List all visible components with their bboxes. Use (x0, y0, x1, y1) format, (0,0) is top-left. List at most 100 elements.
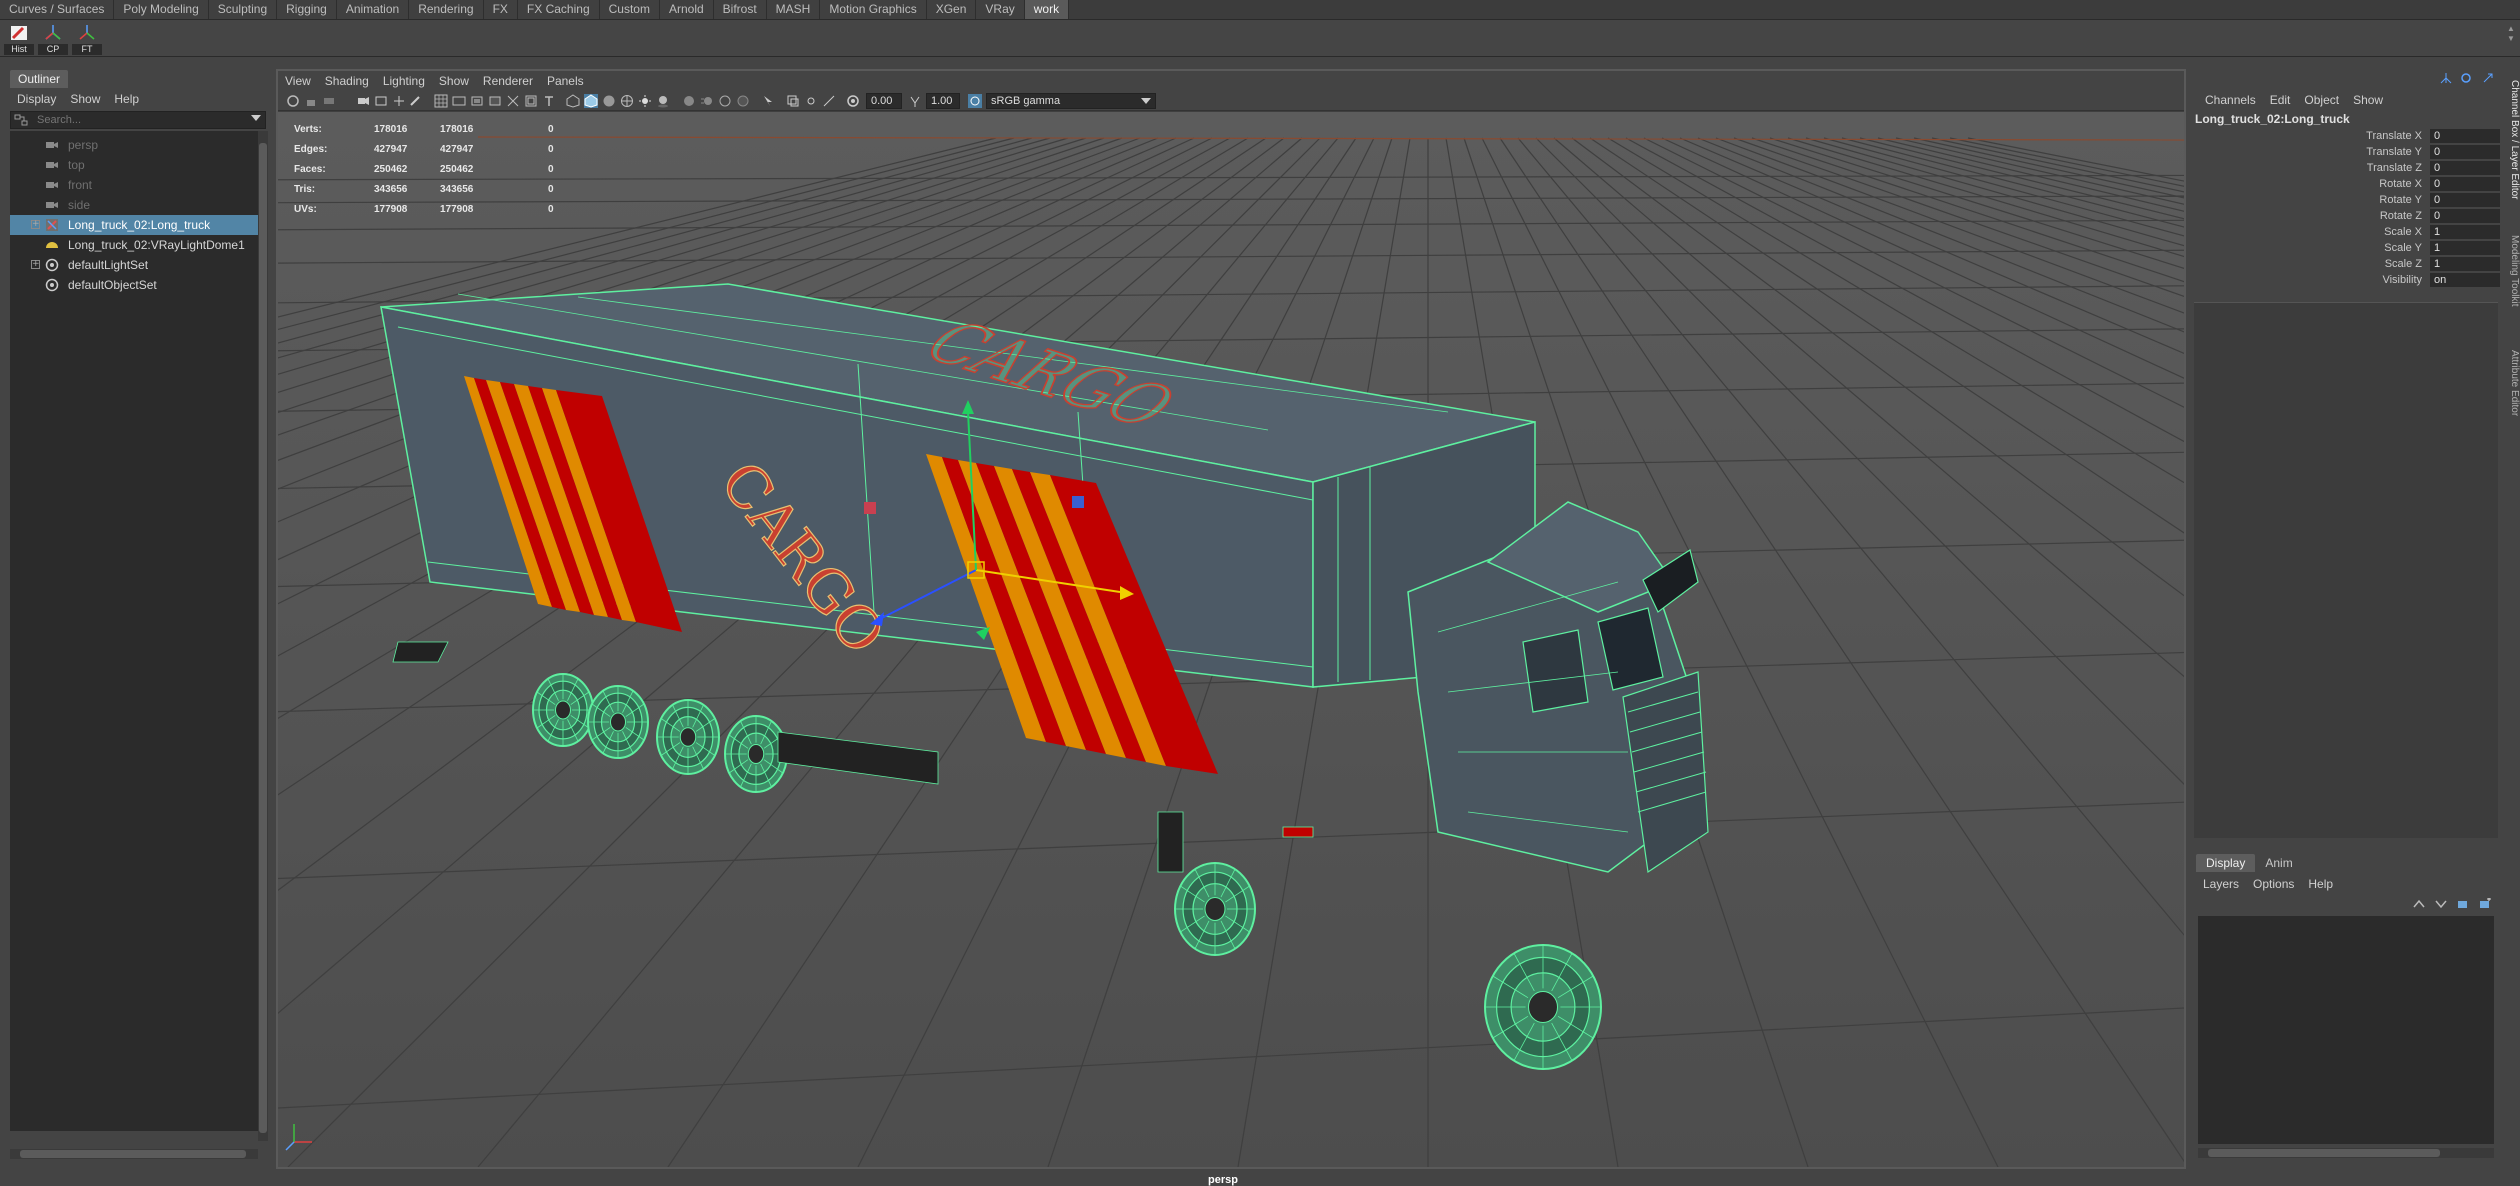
wireframe-on-shaded-icon[interactable] (584, 94, 598, 108)
attribute-name[interactable]: Visibility (2382, 272, 2422, 288)
channel-attribute-row[interactable]: Scale Z 1 (2192, 256, 2504, 272)
attribute-value-field[interactable]: 1 (2430, 257, 2500, 271)
film-gate-icon[interactable] (452, 94, 466, 108)
xray-joints-icon[interactable] (804, 94, 818, 108)
grease-pencil-icon[interactable] (408, 94, 422, 108)
outliner-vertical-scrollbar[interactable] (258, 131, 268, 1141)
exposure-icon[interactable] (846, 94, 860, 108)
channel-box-node-name[interactable]: Long_truck_02:Long_truck (2195, 112, 2350, 126)
search-options-chevron-icon[interactable] (251, 115, 261, 121)
attribute-value-field[interactable]: 0 (2430, 129, 2500, 143)
attribute-value-field[interactable]: 1 (2430, 241, 2500, 255)
attribute-value-field[interactable]: 0 (2430, 209, 2500, 223)
safe-action-icon[interactable] (524, 94, 538, 108)
attribute-name[interactable]: Translate X (2366, 128, 2422, 144)
attribute-name[interactable]: Translate Y (2366, 144, 2422, 160)
attribute-name[interactable]: Rotate Y (2379, 192, 2422, 208)
resolution-gate-icon[interactable] (470, 94, 484, 108)
outliner-item[interactable]: front (10, 175, 258, 195)
outliner-menu-show[interactable]: Show (63, 89, 107, 109)
color-management-icon[interactable] (968, 94, 982, 108)
filter-icon[interactable] (14, 114, 28, 126)
shelf-tab-poly-modeling[interactable]: Poly Modeling (114, 0, 209, 19)
smooth-shade-icon[interactable] (602, 94, 616, 108)
shelf-tab-sculpting[interactable]: Sculpting (208, 0, 278, 19)
attribute-value-field[interactable]: 0 (2430, 177, 2500, 191)
outliner-item[interactable]: persp (10, 135, 258, 155)
attribute-name[interactable]: Rotate X (2379, 176, 2422, 192)
outliner-item[interactable]: side (10, 195, 258, 215)
shelf-tab-vray[interactable]: VRay (976, 0, 1025, 19)
cp-shelf-button[interactable]: CP (38, 23, 68, 55)
channel-attribute-row[interactable]: Translate Z 0 (2192, 160, 2504, 176)
shelf-tab-rendering[interactable]: Rendering (409, 0, 484, 19)
move-layer-down-icon[interactable] (2434, 898, 2448, 910)
outliner-search-input[interactable] (37, 113, 237, 127)
viewport-menu-view[interactable]: View (278, 71, 318, 91)
viewport-canvas[interactable]: CARGO CARGO Verts: 178016 178016 0 Edges… (0, 112, 2520, 1168)
outliner-item[interactable]: + Long_truck_02:Long_truck (10, 215, 258, 235)
channel-attribute-row[interactable]: Rotate Z 0 (2192, 208, 2504, 224)
shelf-tab-work[interactable]: work (1024, 0, 1070, 19)
attribute-value-field[interactable]: 1 (2430, 225, 2500, 239)
channel-menu-channels[interactable]: Channels (2198, 90, 2263, 110)
side-tab-attribute-editor[interactable]: Attribute Editor (2508, 350, 2520, 416)
channel-attribute-row[interactable]: Scale Y 1 (2192, 240, 2504, 256)
shelf-tab-motion-graphics[interactable]: Motion Graphics (820, 0, 927, 19)
depth-of-field-icon[interactable] (736, 94, 750, 108)
tab-display[interactable]: Display (2196, 854, 2256, 872)
layer-menu-help[interactable]: Help (2301, 874, 2340, 894)
wireframe-icon[interactable] (566, 94, 580, 108)
outliner-tab[interactable]: Outliner (10, 70, 69, 88)
outliner-menu-help[interactable]: Help (107, 89, 146, 109)
outliner-item[interactable]: + defaultLightSet (10, 255, 258, 275)
viewport-menu-lighting[interactable]: Lighting (376, 71, 432, 91)
grid-toggle-icon[interactable] (434, 94, 448, 108)
channel-attribute-row[interactable]: Rotate X 0 (2192, 176, 2504, 192)
attribute-value-field[interactable]: 0 (2430, 193, 2500, 207)
settings-icon[interactable] (2460, 72, 2472, 84)
shelf-tab-animation[interactable]: Animation (336, 0, 410, 19)
attribute-name[interactable]: Scale X (2384, 224, 2422, 240)
isolate-select-icon[interactable] (762, 94, 776, 108)
channel-attribute-row[interactable]: Translate Y 0 (2192, 144, 2504, 160)
toggle-panel-icon[interactable] (2482, 72, 2494, 84)
attribute-value-field[interactable]: 0 (2430, 161, 2500, 175)
attribute-name[interactable]: Translate Z (2367, 160, 2422, 176)
layer-menu-layers[interactable]: Layers (2196, 874, 2246, 894)
viewport-menu-shading[interactable]: Shading (318, 71, 376, 91)
outliner-item[interactable]: defaultObjectSet (10, 275, 258, 295)
exposure-field[interactable]: 0.00 (866, 93, 902, 109)
field-chart-icon[interactable] (506, 94, 520, 108)
pivot-icon[interactable] (2440, 72, 2452, 84)
side-tab-modeling-toolkit[interactable]: Modeling Toolkit (2508, 235, 2520, 307)
select-camera-icon[interactable] (286, 94, 300, 108)
hist-shelf-button[interactable]: Hist (4, 23, 34, 55)
shelf-tab-fx-caching[interactable]: FX Caching (517, 0, 600, 19)
shelf-tab-xgen[interactable]: XGen (926, 0, 977, 19)
expand-icon[interactable]: + (31, 220, 40, 229)
shadows-icon[interactable] (656, 94, 670, 108)
gamma-icon[interactable] (908, 94, 922, 108)
xray-active-components-icon[interactable] (822, 94, 836, 108)
outliner-horizontal-scrollbar[interactable] (10, 1149, 258, 1159)
channel-attribute-row[interactable]: Rotate Y 0 (2192, 192, 2504, 208)
attribute-name[interactable]: Rotate Z (2380, 208, 2422, 224)
gate-mask-icon[interactable] (488, 94, 502, 108)
textured-icon[interactable] (620, 94, 634, 108)
shelf-tab-rigging[interactable]: Rigging (277, 0, 337, 19)
camera-attributes-icon[interactable] (322, 94, 336, 108)
image-plane-icon[interactable] (374, 94, 388, 108)
ambient-occlusion-icon[interactable] (682, 94, 696, 108)
channel-menu-object[interactable]: Object (2297, 90, 2346, 110)
outliner-item[interactable]: Long_truck_02:VRayLightDome1 (10, 235, 258, 255)
move-layer-up-icon[interactable] (2412, 898, 2426, 910)
viewport-menu-renderer[interactable]: Renderer (476, 71, 540, 91)
outliner-menu-display[interactable]: Display (10, 89, 63, 109)
xray-icon[interactable] (786, 94, 800, 108)
layer-editor-horizontal-scrollbar[interactable] (2198, 1148, 2494, 1158)
channel-menu-edit[interactable]: Edit (2263, 90, 2298, 110)
expand-icon[interactable]: + (31, 260, 40, 269)
use-all-lights-icon[interactable] (638, 94, 652, 108)
anti-aliasing-icon[interactable] (718, 94, 732, 108)
